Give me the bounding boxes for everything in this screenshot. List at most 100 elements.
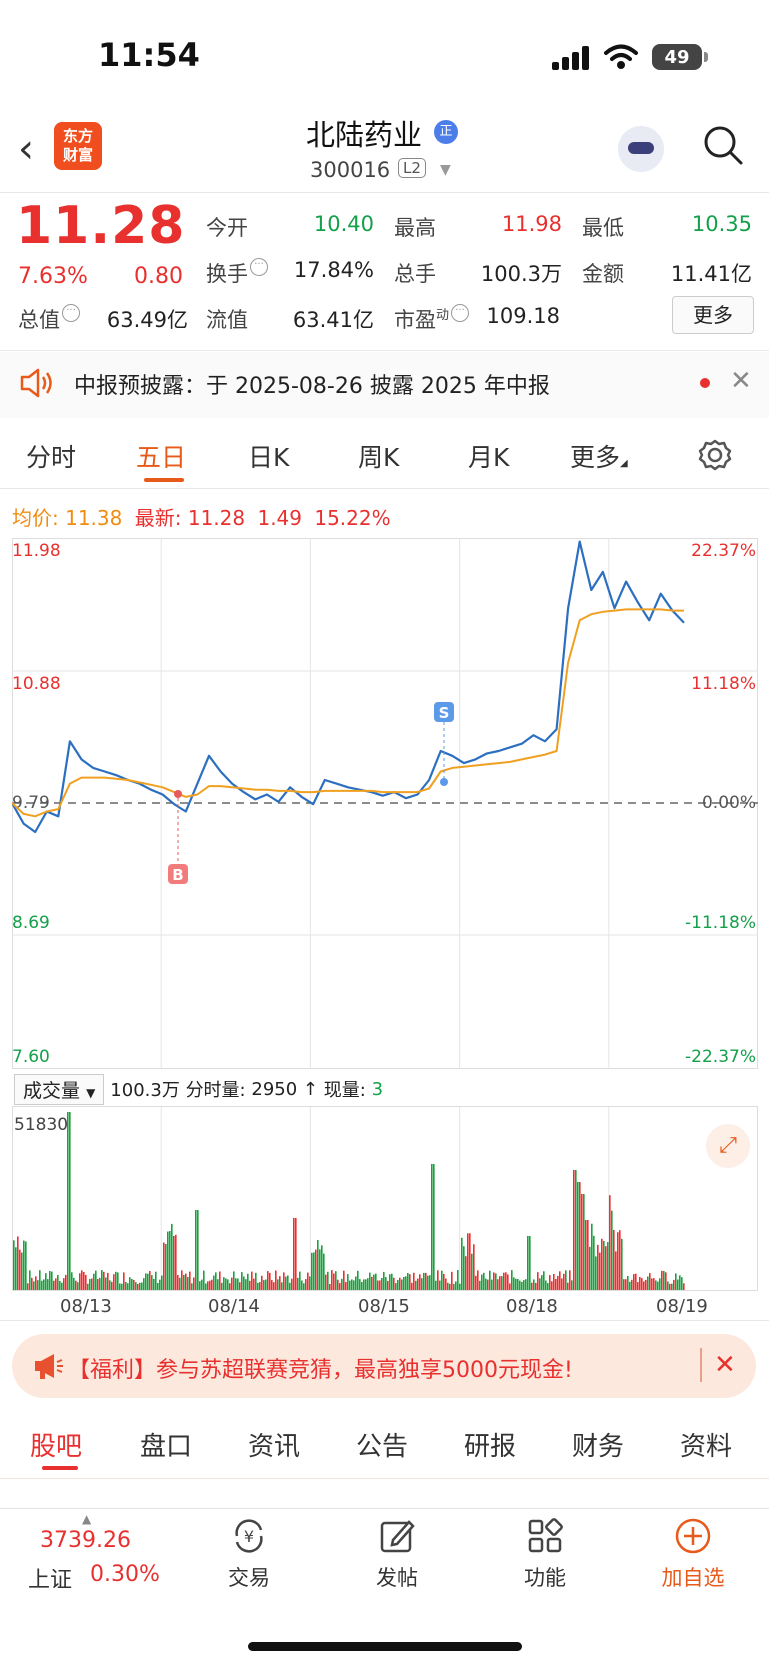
volume-bar: [37, 1280, 39, 1290]
volume-bar: [463, 1246, 465, 1290]
volume-bar: [447, 1282, 449, 1290]
notice-text[interactable]: 中报预披露：于 2025-08-26 披露 2025 年中报: [74, 368, 550, 400]
nav-functions[interactable]: 功能: [500, 1516, 590, 1592]
mktcap-label[interactable]: 总值 ···: [18, 304, 80, 334]
app-logo: 东方 财富: [54, 122, 102, 170]
volume-bar: [325, 1274, 327, 1290]
volume-bar: [533, 1279, 535, 1290]
tab-five-day[interactable]: 五日: [136, 438, 186, 474]
index-name[interactable]: 上证: [28, 1562, 72, 1594]
tab-finance[interactable]: 财务: [572, 1426, 624, 1463]
volume-bar: [51, 1271, 53, 1290]
volume-bar: [579, 1182, 581, 1290]
battery-indicator: 49: [652, 44, 702, 70]
logo-line-1: 东方: [62, 127, 93, 145]
volume-bar: [225, 1278, 227, 1290]
volume-bar: [583, 1194, 585, 1290]
volume-bar: [317, 1240, 319, 1290]
volume-bar: [239, 1282, 241, 1290]
promo-text[interactable]: 【福利】参与苏超联赛竞猜，最高独享5000元现金!: [68, 1352, 573, 1384]
y-tick-right: 11.18%: [691, 674, 756, 694]
index-percent[interactable]: 0.30%: [90, 1562, 160, 1587]
volume-bar: [375, 1273, 377, 1290]
status-time: 11:54: [98, 36, 200, 74]
volume-bar: [117, 1272, 119, 1290]
turnover-label[interactable]: 换手 ···: [206, 258, 268, 288]
volume-bar: [223, 1277, 225, 1290]
tab-pankou[interactable]: 盘口: [140, 1426, 192, 1463]
stock-code[interactable]: 300016: [310, 158, 390, 182]
volume-bar: [609, 1195, 611, 1290]
volume-indicator-select[interactable]: 成交量 ▼: [14, 1073, 105, 1105]
volume-bar: [661, 1270, 663, 1290]
level2-badge[interactable]: L2: [398, 158, 426, 178]
sell-label: S: [439, 704, 450, 722]
volume-bar: [273, 1282, 275, 1290]
volume-bar: [327, 1271, 329, 1290]
back-icon[interactable]: ‹: [18, 126, 34, 172]
tab-guba[interactable]: 股吧: [30, 1426, 82, 1463]
tab-research[interactable]: 研报: [464, 1426, 516, 1463]
tab-weekly-k[interactable]: 周K: [358, 438, 399, 474]
volume-bar: [629, 1281, 631, 1290]
volume-bar: [129, 1277, 131, 1290]
volume-bar: [459, 1283, 461, 1290]
chevron-down-icon[interactable]: ▼: [440, 162, 451, 178]
current-volume: 3: [371, 1078, 384, 1100]
latest-value: 11.28: [187, 506, 246, 530]
volume-bar: [209, 1280, 211, 1290]
tab-daily-k[interactable]: 日K: [248, 438, 289, 474]
tab-profile[interactable]: 资料: [680, 1426, 732, 1463]
gear-icon[interactable]: [698, 438, 732, 472]
tab-more[interactable]: 更多◢: [570, 438, 628, 474]
nav-add-watchlist[interactable]: 加自选: [648, 1516, 738, 1592]
close-icon[interactable]: ✕: [730, 366, 752, 396]
current-volume-label: 现量:: [323, 1080, 366, 1101]
volume-bar: [289, 1282, 291, 1290]
more-button[interactable]: 更多: [672, 296, 754, 334]
buy-marker[interactable]: B: [168, 790, 188, 884]
volume-bar: [619, 1230, 621, 1290]
y-tick-right: 22.37%: [691, 541, 756, 561]
volume-bar: [135, 1282, 137, 1290]
tab-intraday[interactable]: 分时: [26, 438, 76, 474]
volume-bar: [597, 1244, 599, 1290]
change-percent: 7.63%: [18, 264, 88, 289]
volume-bar: [527, 1236, 529, 1290]
close-icon[interactable]: ✕: [714, 1350, 736, 1380]
volume-bar: [43, 1279, 45, 1290]
index-value[interactable]: 3739.26: [40, 1528, 131, 1553]
volume-bar: [577, 1182, 579, 1290]
low-value: 10.35: [691, 212, 752, 236]
tab-announcements[interactable]: 公告: [356, 1426, 408, 1463]
tab-news[interactable]: 资讯: [248, 1426, 300, 1463]
volume-bar: [63, 1278, 65, 1290]
x-tick-date: 08/13: [60, 1296, 112, 1317]
volume-bar: [489, 1270, 491, 1290]
volume-bar: [19, 1249, 21, 1290]
y-tick-right: -11.18%: [685, 913, 756, 933]
volume-bar: [679, 1275, 681, 1290]
volume-bar: [393, 1277, 395, 1290]
volume-bar: [601, 1238, 603, 1290]
five-day-chart[interactable]: 11.98 10.88 9.79 8.69 7.60 22.37% 11.18%…: [12, 538, 758, 1308]
sell-marker[interactable]: S: [434, 702, 454, 786]
nav-post[interactable]: 发帖: [352, 1516, 442, 1592]
chart-legend: 均价: 11.38 最新: 11.28 1.49 15.22%: [12, 502, 391, 531]
volume-value: 100.3万: [480, 262, 562, 286]
avg-label: 均价:: [12, 506, 59, 530]
volume-bar: [213, 1275, 215, 1290]
volume-bar: [647, 1276, 649, 1290]
search-icon[interactable]: [702, 124, 744, 166]
volume-bar: [59, 1280, 61, 1290]
volume-bar: [265, 1279, 267, 1290]
nav-trade[interactable]: ¥ 交易: [204, 1516, 294, 1592]
expand-icon[interactable]: ⤢: [706, 1124, 750, 1168]
volume-bar: [47, 1279, 49, 1290]
volume-bar: [655, 1280, 657, 1290]
buy-point: [174, 790, 182, 798]
volume-bar: [525, 1279, 527, 1290]
volume-bar: [125, 1282, 127, 1290]
tab-monthly-k[interactable]: 月K: [468, 438, 509, 474]
volume-bar: [67, 1112, 69, 1290]
